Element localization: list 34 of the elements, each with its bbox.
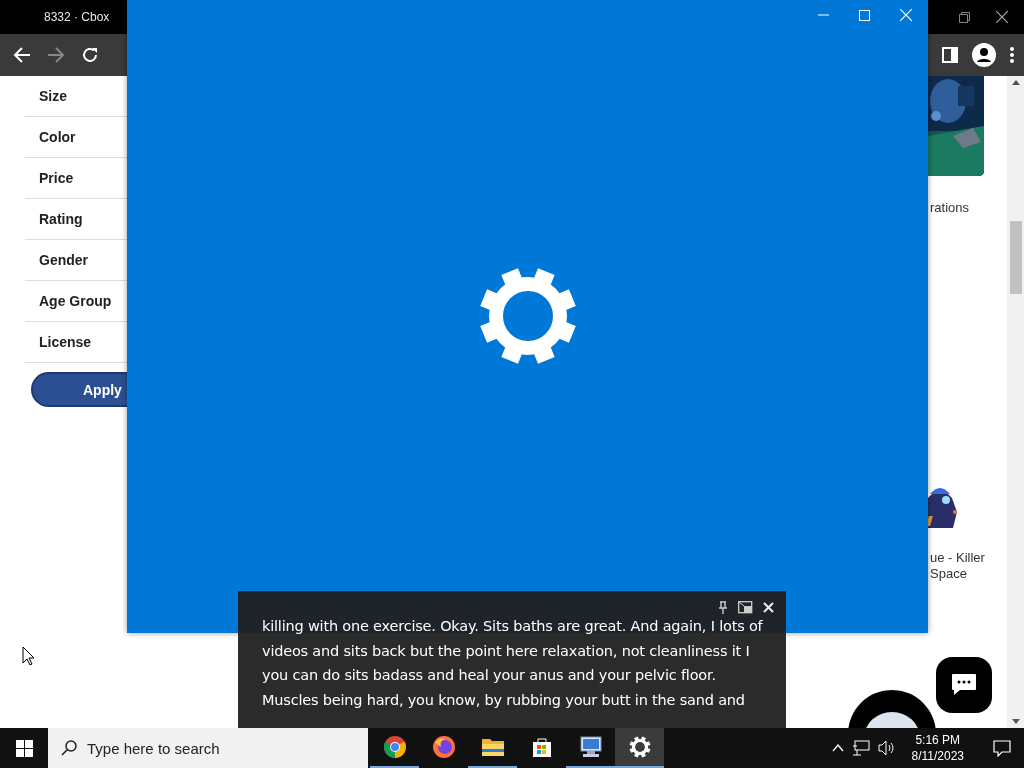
cursor-icon [22,646,35,666]
apply-button[interactable]: Apply [31,372,127,407]
notification-icon[interactable] [993,739,1011,757]
menu-icon[interactable] [1010,47,1014,63]
scroll-up-icon[interactable] [1011,80,1020,85]
gear-icon [479,267,577,365]
close-icon[interactable] [996,11,1008,23]
scrollbar-thumb[interactable] [1009,221,1022,294]
sidebar-icon[interactable] [942,47,958,63]
pin-icon[interactable] [718,601,728,614]
profile-icon[interactable] [972,43,996,67]
search-field[interactable]: Type here to search [48,728,368,768]
product-title[interactable]: Space [930,566,1007,582]
restore-icon[interactable] [959,11,970,23]
windows-icon [15,739,33,757]
clock-date[interactable]: 8/11/2023 [911,748,964,764]
product-title[interactable]: rations [930,200,1007,216]
caption-text: killing with one exercise. Okay. Sits baths are great. And again, I lots of videos and sits back but the point here relaxation, not cleanliness it I you can do sits badass and heal your anus and your pelvic floor. Muscles being hard, you know, by rubbing your butt in the sand and [262,617,764,710]
volume-icon[interactable] [877,740,896,756]
clock-time[interactable]: 5:16 PM [911,732,964,748]
search-icon [61,740,77,756]
chat-button[interactable] [936,657,992,713]
product-title[interactable]: ue - Killer [930,550,1007,566]
gear-icon[interactable] [615,728,664,768]
scrollbar[interactable] [1007,76,1024,728]
resize-icon[interactable] [738,601,753,614]
reload-icon[interactable] [81,46,99,64]
back-icon[interactable] [13,46,31,64]
tab-title[interactable]: 8332 · Cbox [44,10,110,24]
maximize-icon[interactable] [859,9,870,21]
scroll-down-icon[interactable] [1011,719,1020,724]
chevron-up-icon[interactable] [831,744,844,752]
chat-icon [951,673,977,697]
network-icon[interactable] [851,740,870,756]
